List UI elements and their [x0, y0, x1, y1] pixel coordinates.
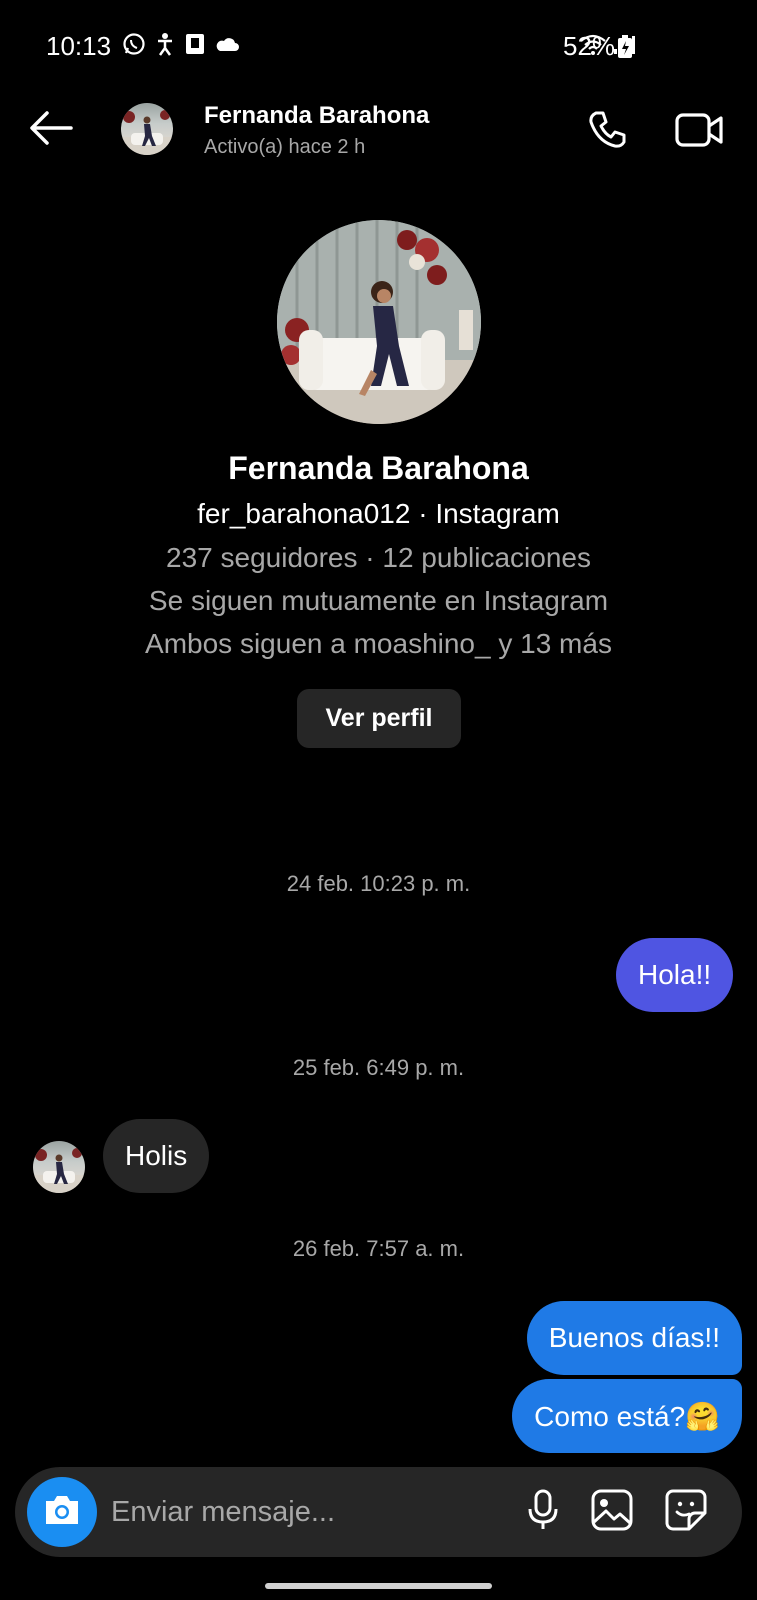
sender-avatar[interactable] — [33, 1141, 85, 1193]
battery-icon — [617, 35, 633, 64]
outgoing-message[interactable]: Como está?🤗 — [512, 1379, 742, 1453]
profile-stats: 237 seguidores · 12 publicaciones — [166, 542, 591, 573]
notification-icons — [122, 32, 240, 61]
phone-icon — [586, 109, 628, 156]
outgoing-message[interactable]: Hola!! — [616, 938, 734, 1012]
message-timestamp: 24 feb. 10:23 p. m. — [286, 871, 471, 896]
battery-percent: 52% — [563, 31, 616, 61]
avatar[interactable] — [121, 103, 173, 155]
gallery-button[interactable] — [589, 1489, 635, 1535]
voice-message-button[interactable] — [520, 1489, 566, 1535]
status-bar: 10:13 52% — [0, 0, 757, 90]
cloud-icon — [214, 35, 240, 58]
status-time: 10:13 — [46, 31, 112, 61]
profile-name: Fernanda Barahona — [228, 450, 529, 486]
message-composer — [15, 1467, 742, 1557]
camera-button[interactable] — [27, 1477, 97, 1547]
common-follows-text: Ambos siguen a moashino_ y 13 más — [145, 628, 612, 659]
camera-icon — [42, 1493, 82, 1532]
call-button[interactable] — [583, 108, 631, 156]
whatsapp-icon — [122, 32, 146, 61]
active-status: Activo(a) hace 2 h — [204, 136, 366, 158]
message-timestamp: 25 feb. 6:49 p. m. — [292, 1055, 465, 1080]
profile-photo[interactable] — [277, 220, 481, 424]
video-call-button[interactable] — [673, 108, 725, 156]
gallery-icon — [591, 1489, 633, 1536]
accessibility-icon — [154, 32, 176, 61]
sim-icon — [184, 32, 206, 61]
profile-username: fer_barahona012 · Instagram — [197, 498, 560, 529]
microphone-icon — [526, 1489, 560, 1536]
back-button[interactable] — [28, 110, 74, 150]
back-arrow-icon — [29, 110, 73, 151]
incoming-message[interactable]: Holis — [103, 1119, 210, 1193]
header-name[interactable]: Fernanda Barahona — [204, 102, 429, 130]
video-camera-icon — [675, 111, 723, 154]
message-input[interactable] — [111, 1489, 491, 1535]
sticker-button[interactable] — [663, 1489, 709, 1535]
outgoing-message[interactable]: Buenos días!! — [526, 1301, 742, 1375]
mutual-follow-text: Se siguen mutuamente en Instagram — [148, 585, 609, 616]
home-indicator[interactable] — [265, 1583, 492, 1589]
message-timestamp: 26 feb. 7:57 a. m. — [292, 1236, 465, 1261]
avatar-photo — [121, 103, 173, 155]
sticker-icon — [665, 1489, 707, 1536]
view-profile-button[interactable]: Ver perfil — [297, 689, 461, 748]
chat-header: Fernanda Barahona Activo(a) hace 2 h — [0, 90, 757, 170]
